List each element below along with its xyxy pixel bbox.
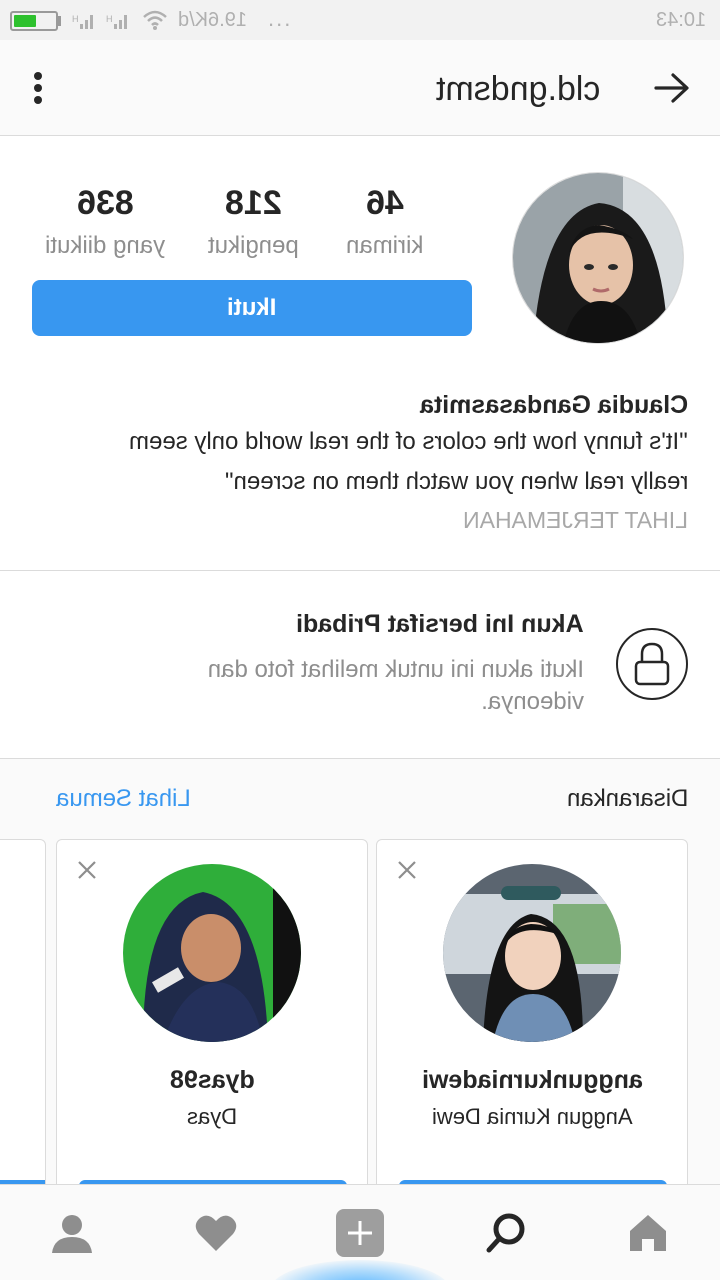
suggestion-avatar[interactable]	[123, 864, 301, 1042]
suggestion-fullname: Dyas	[186, 1104, 238, 1129]
see-all-link[interactable]: Lihat Semua	[56, 785, 191, 813]
network-speed: 19.6K/d	[178, 9, 247, 31]
profile-avatar[interactable]	[512, 172, 684, 344]
more-vertical-icon[interactable]	[24, 68, 52, 108]
stat-following-label: yang diikuti	[44, 232, 166, 259]
signal-icon-2: H	[106, 14, 127, 29]
stat-following-value: 836	[76, 184, 134, 222]
divider	[0, 570, 720, 571]
see-translation-link[interactable]: LIHAT TERJEMAHAN	[463, 502, 688, 538]
arrow-back-icon[interactable]	[654, 72, 690, 104]
suggestion-card[interactable]: anggunkurniadewi Anggun Kurnia Dewi	[376, 839, 688, 1184]
private-account-description: Ikuti akun ini untuk melihat foto dan vi…	[207, 656, 584, 715]
nav-profile[interactable]	[44, 1205, 100, 1261]
header: cld.gndsmt	[0, 40, 720, 136]
stat-posts-value: 46	[366, 184, 404, 222]
nav-add[interactable]	[332, 1205, 388, 1261]
stat-followers-value: 218	[224, 184, 282, 222]
suggestion-fullname: Anggun Kurnia Dewi	[431, 1104, 633, 1129]
lock-icon	[616, 628, 688, 700]
svg-text:H: H	[106, 14, 113, 24]
svg-text:H: H	[72, 14, 79, 24]
close-icon[interactable]	[75, 858, 99, 882]
wifi-icon	[143, 10, 167, 30]
signal-icon: H	[72, 14, 93, 29]
battery-icon	[10, 11, 58, 31]
suggestions-section: Disarankan Lihat Semua anggunkurniadewi …	[0, 759, 720, 1184]
battery-tip	[58, 16, 61, 26]
suggestion-card[interactable]: dyas98 Dyas	[56, 839, 368, 1184]
profile-icon	[52, 1215, 92, 1253]
close-icon[interactable]	[395, 858, 419, 882]
bio: Claudia Gandasasmita "It's funny how the…	[28, 388, 688, 538]
profile-name: Claudia Gandasasmita	[419, 391, 688, 419]
add-icon	[336, 1209, 384, 1257]
private-account-title: Akun Ini bersifat Pribadi	[296, 610, 584, 638]
follow-button[interactable]: Ikuti	[32, 280, 472, 336]
avatar-image	[513, 173, 683, 343]
suggestion-avatar[interactable]	[443, 864, 621, 1042]
stat-followers[interactable]: 218 pengikut	[178, 184, 328, 260]
clock: 10:43	[655, 9, 706, 31]
suggestions-title: Disarankan	[566, 785, 688, 812]
suggestion-card-partial[interactable]	[0, 839, 46, 1184]
search-icon	[486, 1213, 525, 1253]
status-bar: H H 19.6K/d ... 10:43	[0, 0, 720, 40]
stat-following[interactable]: 836 yang diikuti	[30, 184, 180, 260]
stat-followers-label: pengikut	[207, 232, 299, 259]
stat-posts[interactable]: 46 kiriman	[310, 184, 460, 260]
nav-home[interactable]	[620, 1205, 676, 1261]
nav-search[interactable]	[478, 1205, 534, 1261]
page-title: cld.gndsmt	[435, 70, 600, 108]
status-dots: ...	[268, 6, 293, 31]
bio-line-2: really real when you watch them on scree…	[224, 468, 688, 495]
heart-icon	[195, 1215, 237, 1251]
stat-posts-label: kiriman	[346, 232, 424, 259]
nav-activity[interactable]	[188, 1205, 244, 1261]
battery-level	[14, 15, 36, 27]
home-icon	[630, 1215, 666, 1251]
suggestion-username: dyas98	[169, 1066, 255, 1094]
suggestion-username: anggunkurniadewi	[421, 1066, 643, 1094]
bio-line-1: "It's funny how the colors of the real w…	[129, 428, 688, 455]
